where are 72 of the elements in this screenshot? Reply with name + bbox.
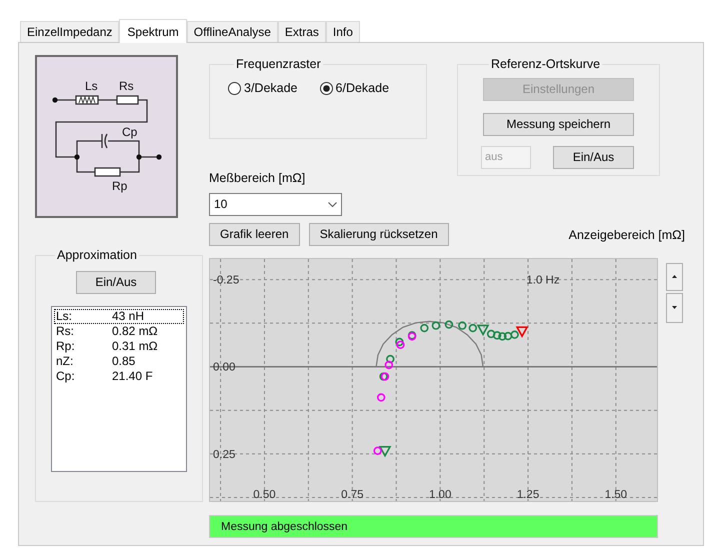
toolbar-button[interactable]: Skalierung rücksetzen [308,222,449,246]
circle-marker [386,354,394,364]
parameter-name: nZ: [55,354,74,368]
tab[interactable]: Spektrum [119,19,187,43]
circle-marker [395,338,404,346]
component-label: Rp [112,179,128,193]
tab[interactable]: Extras [278,21,326,42]
parameter-value: 0.82 mΩ [112,324,158,338]
toggle-button[interactable]: Ein/Aus [553,146,634,169]
parameter-value: 43 nH [112,310,144,323]
toggle-button[interactable]: Ein/Aus [76,270,156,294]
component-label: Ls [85,79,98,93]
circle-marker [498,332,507,340]
parameter-name: Ls: [55,310,74,323]
list-row[interactable]: Rs: 0.82 mΩ [54,324,184,339]
dropdown-value: 10 [214,196,228,214]
action-button[interactable]: Messung speichern [483,112,634,136]
circle-marker [486,330,496,338]
group-title: Approximation [56,247,138,264]
circle-marker [504,332,512,340]
group-title: Frequenzraster [235,56,322,73]
parameter-name: Rp: [55,340,76,353]
tab[interactable]: Info [326,21,360,42]
parameter-name: Cp: [55,370,76,383]
tab[interactable]: EinzelImpedanz [20,21,120,42]
display-range-label: Anzeigebereich [mΩ] [568,227,685,244]
component-label: Rs [119,79,134,93]
list-row[interactable]: Cp: 21.40 F [54,368,184,384]
circle-marker [373,446,382,455]
parameter-value: 21.40 F [112,370,153,383]
range-label: Meßbereich [mΩ] [209,170,306,187]
circle-marker [510,330,519,339]
y-tick-label: 0.25 [213,448,236,461]
parameter-value: 0.85 [112,354,136,368]
radio-icon[interactable] [228,82,241,95]
triangle-marker [516,326,528,338]
list-row[interactable]: Rp: 0.31 mΩ [54,338,184,354]
chevron-down-icon [328,202,337,207]
x-tick-label: 1.00 [428,488,452,501]
triangle-marker [476,324,490,336]
circle-marker [492,330,502,340]
caret-up-icon [672,275,677,278]
circle-marker [420,324,429,332]
x-tick-label: 1.50 [604,488,628,501]
radio-option[interactable]: 3/Dekade [228,78,298,98]
frequency-annotation: 1.0 Hz [526,274,560,286]
x-tick-label: 1.25 [516,488,540,501]
parameter-list[interactable]: Ls: 43 nH Rs: 0.82 mΩ Rp: 0.31 mΩ nZ: 0.85 Cp: 21.40 F [51,306,187,472]
x-tick-label: 0.75 [341,488,364,501]
circle-marker [444,320,454,328]
tab[interactable]: OfflineAnalyse [186,21,278,42]
list-row[interactable]: Ls: 43 nH [54,308,184,324]
group-title: Referenz-Ortskurve [490,56,602,73]
component-label: Cp [122,125,138,139]
parameter-name: Rs: [55,324,75,338]
list-row[interactable]: nZ: 0.85 [54,354,184,369]
toolbar-button[interactable]: Grafik leeren [209,222,300,246]
parameter-value: 0.31 mΩ [112,340,158,353]
circle-marker [432,321,440,330]
range-dropdown[interactable]: 10 [209,192,342,216]
circle-marker [384,360,394,369]
radio-icon[interactable] [320,82,333,95]
caret-down-icon [672,306,677,310]
x-tick-label: 0.50 [253,488,276,501]
circle-marker [376,392,386,402]
circle-marker [468,324,478,332]
status-bar: Messung abgeschlossen [209,514,658,538]
triangle-marker [378,446,392,458]
circle-marker [458,321,467,330]
circle-marker [396,340,405,349]
radio-option[interactable]: 6/Dekade [320,78,390,98]
y-tick-label: -0.25 [213,274,240,286]
